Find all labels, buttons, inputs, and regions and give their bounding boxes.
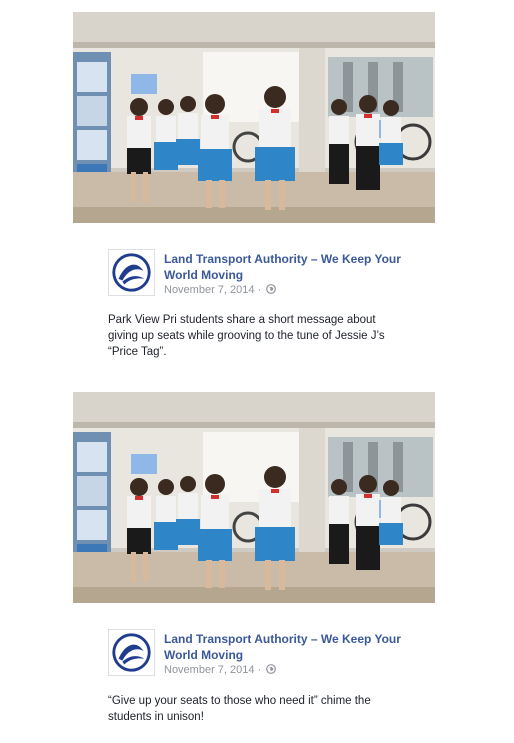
- globe-icon[interactable]: [266, 284, 277, 294]
- page-name-link[interactable]: Land Transport Authority – We Keep Your …: [164, 251, 414, 283]
- page-avatar[interactable]: [108, 249, 155, 296]
- meta-separator: ·: [257, 284, 262, 296]
- page-name-link[interactable]: Land Transport Authority – We Keep Your …: [164, 631, 414, 663]
- post-photo[interactable]: [73, 392, 435, 603]
- students-dancing-photo: [73, 12, 435, 223]
- post-caption: Park View Pri students share a short mes…: [108, 314, 385, 358]
- students-dancing-photo: [73, 392, 435, 603]
- globe-icon[interactable]: [266, 664, 277, 674]
- lta-logo-icon: [109, 250, 154, 295]
- post-meta: November 7, 2014 ·: [164, 663, 414, 677]
- post-date[interactable]: November 7, 2014: [164, 284, 255, 296]
- post-photo[interactable]: [73, 12, 435, 223]
- post-caption: “Give up your seats to those who need it…: [108, 695, 371, 723]
- post-meta: November 7, 2014 ·: [164, 283, 414, 297]
- page-avatar[interactable]: [108, 629, 155, 676]
- post-date[interactable]: November 7, 2014: [164, 664, 255, 676]
- meta-separator: ·: [257, 664, 262, 676]
- lta-logo-icon: [109, 630, 154, 675]
